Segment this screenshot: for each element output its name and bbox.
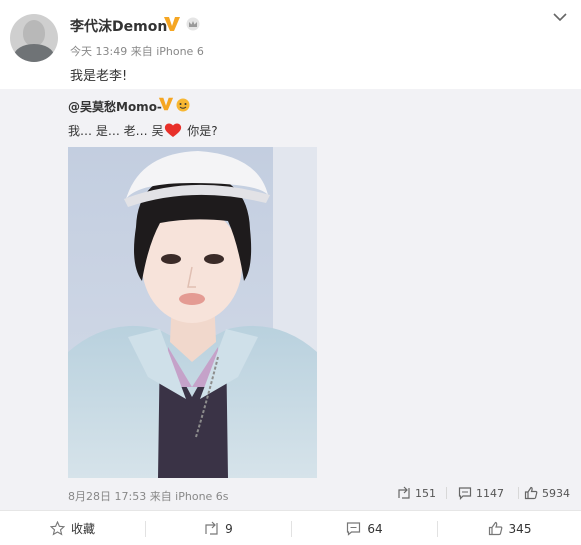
- stat-divider: [518, 487, 519, 499]
- original-text-part2: 你是?: [183, 124, 218, 138]
- like-icon: [488, 521, 502, 536]
- weibo-post-card: 李代沫Demon 今天 13:49 来自 iPhone 6 我是老李! @吴莫愁…: [0, 0, 581, 545]
- comment-icon: [458, 487, 472, 500]
- post-photo[interactable]: [68, 147, 317, 478]
- favorite-label: 收藏: [70, 522, 95, 536]
- stat-divider: [446, 487, 447, 499]
- chevron-down-icon[interactable]: [553, 12, 567, 22]
- original-text-part1: 我… 是… 老… 吴: [68, 124, 164, 138]
- repost-count: 9: [225, 521, 233, 536]
- emoji-badge-icon: [176, 98, 190, 112]
- original-comment-count[interactable]: 1147: [458, 486, 504, 500]
- original-like-count-text: 5934: [542, 486, 570, 500]
- verified-v-icon: [164, 17, 180, 31]
- like-count: 345: [508, 521, 532, 536]
- original-post-text: 我… 是… 老… 吴 你是?: [68, 122, 218, 139]
- post-text: 我是老李!: [70, 69, 128, 84]
- heart-icon: [165, 123, 182, 137]
- original-post-meta: 8月28日 17:53 来自 iPhone 6s: [68, 490, 229, 503]
- crown-icon[interactable]: [186, 17, 200, 31]
- post-meta: 今天 13:49 来自 iPhone 6: [70, 45, 204, 58]
- original-author-link[interactable]: @吴莫愁Momo-: [68, 98, 162, 115]
- original-like-count[interactable]: 5934: [524, 486, 570, 500]
- original-repost-count[interactable]: 151: [397, 486, 436, 500]
- like-button[interactable]: 345: [438, 511, 581, 545]
- comment-count: 64: [367, 521, 383, 536]
- like-icon: [524, 486, 538, 500]
- favorite-button[interactable]: 收藏: [0, 511, 145, 545]
- original-repost-count-text: 151: [415, 486, 436, 500]
- comment-icon: [347, 522, 361, 536]
- repost-icon: [205, 521, 218, 535]
- reposted-content: @吴莫愁Momo- 我… 是… 老… 吴 你是? 8月28日 17:53 来自 …: [0, 89, 581, 510]
- repost-button[interactable]: 9: [146, 511, 291, 545]
- repost-icon: [398, 486, 410, 499]
- post-author-name[interactable]: 李代沫Demon: [70, 16, 167, 36]
- verified-v-icon: [158, 97, 174, 111]
- action-bar: 收藏 9 64 345: [0, 510, 581, 545]
- star-icon: [49, 521, 65, 536]
- avatar[interactable]: [10, 14, 58, 62]
- original-comment-count-text: 1147: [476, 486, 504, 500]
- comment-button[interactable]: 64: [292, 511, 437, 545]
